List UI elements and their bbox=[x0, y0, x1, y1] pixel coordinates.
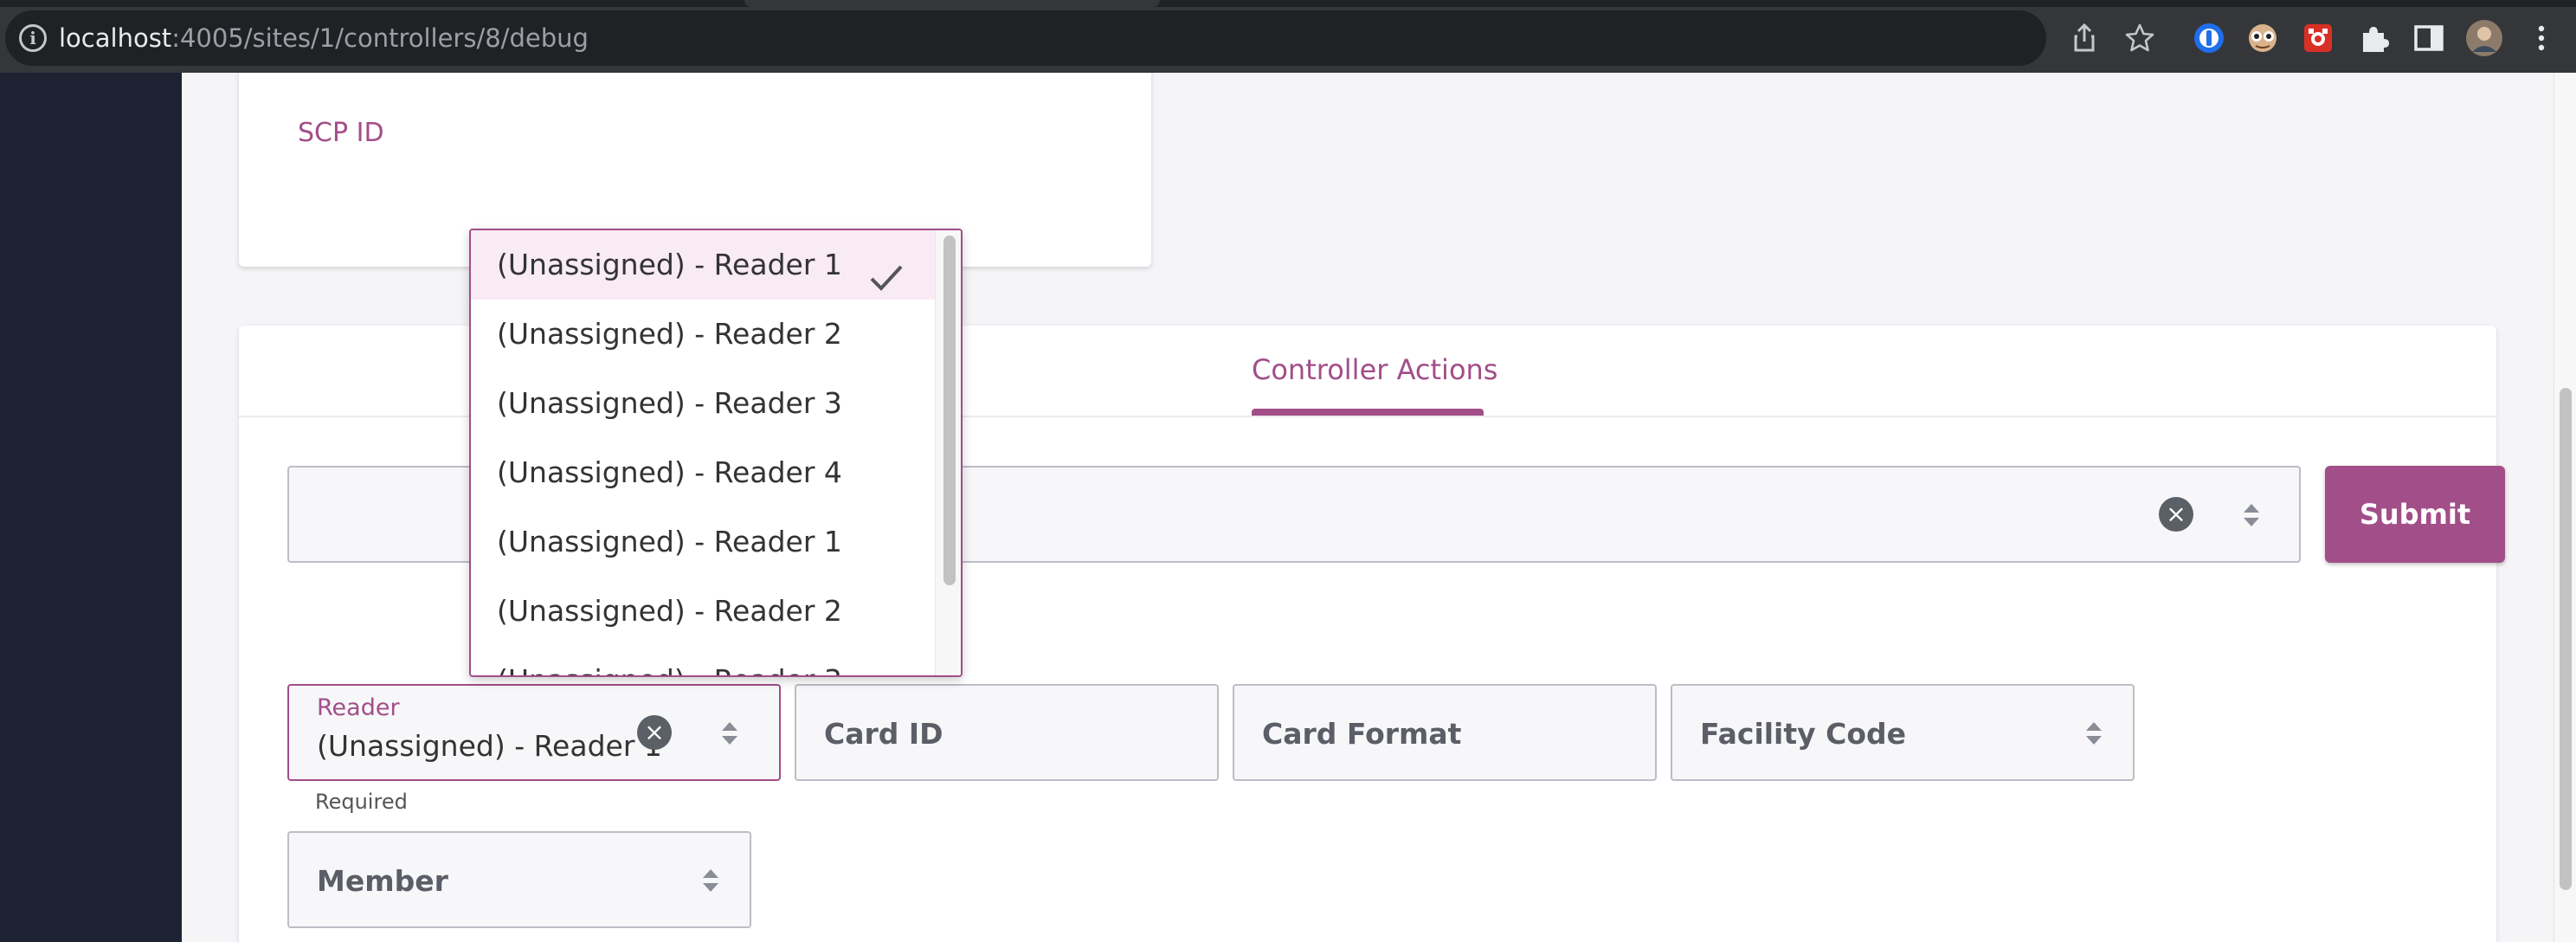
dropdown-option-label: (Unassigned) - Reader 3 bbox=[497, 386, 842, 420]
dropdown-option-label: (Unassigned) - Reader 1 bbox=[497, 525, 842, 558]
info-icon[interactable]: i bbox=[19, 24, 47, 52]
submit-button[interactable]: Submit bbox=[2325, 466, 2505, 563]
url-path: :4005/sites/1/controllers/8/debug bbox=[171, 23, 589, 53]
member-select[interactable]: Member bbox=[287, 831, 751, 928]
dropdown-option[interactable]: (Unassigned) - Reader 1 bbox=[471, 507, 935, 577]
page-scrollbar[interactable] bbox=[2553, 73, 2576, 942]
dropdown-option[interactable]: (Unassigned) - Reader 2 bbox=[471, 577, 935, 646]
dropdown-option[interactable]: (Unassigned) - Reader 3 bbox=[471, 646, 935, 675]
extension-red-icon[interactable] bbox=[2301, 21, 2335, 55]
reader-label: Reader bbox=[317, 694, 400, 721]
card-format-placeholder: Card Format bbox=[1262, 717, 1462, 751]
sort-arrows-icon[interactable] bbox=[703, 868, 718, 894]
checkmark-icon bbox=[869, 249, 904, 291]
password-manager-icon[interactable] bbox=[2192, 21, 2226, 55]
share-icon[interactable] bbox=[2069, 23, 2100, 54]
tab-controller-actions[interactable]: Controller Actions bbox=[1252, 353, 1497, 386]
clear-icon[interactable]: × bbox=[637, 715, 672, 750]
page-scrollbar-thumb[interactable] bbox=[2560, 388, 2572, 890]
clear-icon[interactable]: × bbox=[2159, 497, 2193, 532]
card-format-input[interactable]: Card Format bbox=[1233, 684, 1657, 781]
reader-value: (Unassigned) - Reader 1 bbox=[317, 729, 662, 763]
browser-toolbar: i localhost:4005/sites/1/controllers/8/d… bbox=[0, 0, 2576, 73]
reader-required-helper: Required bbox=[315, 790, 408, 814]
tab-strip bbox=[0, 0, 2576, 7]
main-content: SCP ID Controller Actions × Submit Reade… bbox=[182, 73, 2553, 942]
dropdown-scrollbar-thumb[interactable] bbox=[943, 236, 956, 585]
dropdown-option-label: (Unassigned) - Reader 3 bbox=[497, 663, 842, 675]
dropdown-scrollbar[interactable] bbox=[935, 230, 961, 675]
facility-code-select[interactable]: Facility Code bbox=[1671, 684, 2135, 781]
url-text[interactable]: localhost:4005/sites/1/controllers/8/deb… bbox=[59, 10, 589, 66]
puzzle-icon[interactable] bbox=[2356, 21, 2391, 55]
profile-avatar-icon[interactable] bbox=[2465, 19, 2503, 57]
facility-code-placeholder: Facility Code bbox=[1700, 717, 1907, 751]
card-id-placeholder: Card ID bbox=[824, 717, 943, 751]
dropdown-option[interactable]: (Unassigned) - Reader 3 bbox=[471, 369, 935, 438]
url-host: localhost bbox=[59, 23, 172, 53]
dropdown-option-label: (Unassigned) - Reader 1 bbox=[497, 248, 842, 281]
dropdown-option-label: (Unassigned) - Reader 2 bbox=[497, 317, 842, 351]
dropdown-option-label: (Unassigned) - Reader 4 bbox=[497, 455, 842, 489]
sort-arrows-icon[interactable] bbox=[722, 720, 737, 746]
app-sidebar bbox=[0, 73, 182, 942]
side-panel-icon[interactable] bbox=[2412, 21, 2446, 55]
dropdown-option[interactable]: (Unassigned) - Reader 4 bbox=[471, 438, 935, 507]
star-icon[interactable] bbox=[2124, 23, 2155, 54]
reader-dropdown-menu[interactable]: (Unassigned) - Reader 1 (Unassigned) - R… bbox=[469, 229, 963, 677]
sort-arrows-icon[interactable] bbox=[2086, 720, 2102, 746]
dropdown-option[interactable]: (Unassigned) - Reader 2 bbox=[471, 300, 935, 369]
dropdown-option[interactable]: (Unassigned) - Reader 1 bbox=[471, 230, 935, 300]
address-bar[interactable]: i localhost:4005/sites/1/controllers/8/d… bbox=[5, 10, 2154, 66]
active-tab[interactable] bbox=[744, 0, 1160, 7]
scp-id-label: SCP ID bbox=[298, 118, 384, 148]
kebab-menu-icon[interactable] bbox=[2524, 21, 2559, 55]
member-placeholder: Member bbox=[317, 864, 448, 898]
active-tab-indicator bbox=[1252, 409, 1484, 416]
dropdown-option-label: (Unassigned) - Reader 2 bbox=[497, 594, 842, 628]
reader-select[interactable]: Reader (Unassigned) - Reader 1 × bbox=[287, 684, 781, 781]
card-id-input[interactable]: Card ID bbox=[795, 684, 1219, 781]
sort-arrows-icon[interactable] bbox=[2244, 502, 2259, 528]
extension-eyes-icon[interactable] bbox=[2245, 21, 2280, 55]
